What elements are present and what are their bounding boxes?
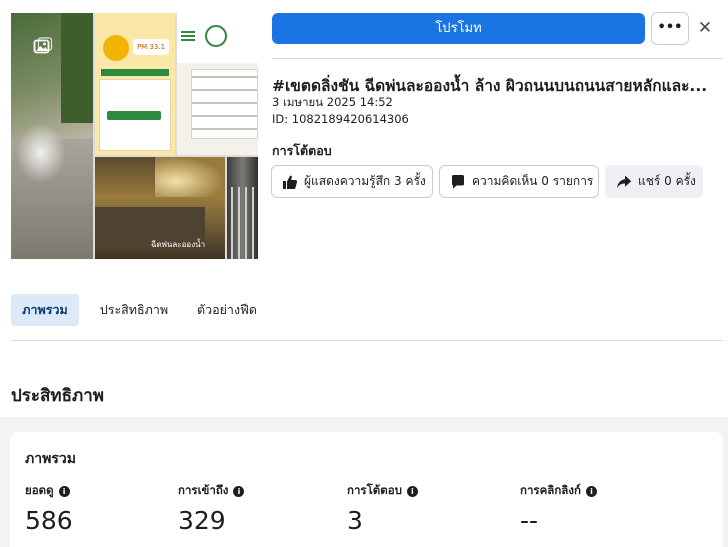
overview-title: ภาพรวม [25,451,76,467]
thumbnail-caption: ฉีดพ่นละอองน้ำ [151,240,206,249]
thumbnail-spraying-truck-photo: ฉีดพ่นละอองน้ำ [95,157,225,259]
info-icon[interactable]: i [585,485,597,497]
metric-value: 329 [178,506,226,535]
metric-value: -- [520,506,539,535]
image-icon [33,37,53,54]
info-icon[interactable]: i [233,485,245,497]
more-options-button[interactable]: ••• [651,12,689,45]
metric-link-clicks: การคลิกลิงก์ i -- [520,482,597,535]
metric-value: 3 [347,506,363,535]
section-title: ประสิทธิภาพ [11,386,104,406]
info-icon[interactable]: i [406,485,418,497]
overview-panel: ภาพรวม ยอดดู i 586 การเข้าถึง i 329 การโต้… [10,432,723,547]
metric-label: ยอดดู [25,483,54,497]
post-date: 3 เมษายน 2025 14:52 [272,95,393,109]
thumbnail-announcement-graphic [177,13,258,155]
close-icon[interactable]: ✕ [696,17,714,39]
promote-button[interactable]: โปรโมท [272,13,645,44]
reactions-button[interactable]: ผู้แสดงความรู้สึก 3 ครั้ง [271,165,433,198]
shares-label: แชร์ 0 ครั้ง [638,174,696,188]
shares-button[interactable]: แชร์ 0 ครั้ง [605,165,703,198]
reactions-label: ผู้แสดงความรู้สึก 3 ครั้ง [304,174,426,188]
thumbnail-railing-photo [227,157,258,259]
metric-label: การโต้ตอบ [347,483,402,497]
metric-label: การเข้าถึง [178,483,229,497]
tab-feed-preview[interactable]: ตัวอย่างฟีด [187,294,267,326]
metric-views: ยอดดู i 586 [25,482,73,535]
post-thumbnail[interactable]: PM 33.1 ฉีดพ่นละอองน้ำ [11,13,258,259]
thumbnail-air-quality-graphic: PM 33.1 [95,13,175,155]
comments-button[interactable]: ความคิดเห็น 0 รายการ [439,165,599,198]
metric-reach: การเข้าถึง i 329 [178,482,245,535]
pm-reading: PM 33.1 [133,39,169,55]
engagement-label: การโต้ตอบ [272,143,332,158]
comments-label: ความคิดเห็น 0 รายการ [472,174,594,188]
comment-icon [452,174,464,189]
tab-overview[interactable]: ภาพรวม [11,294,79,326]
like-icon [283,175,298,189]
metric-label: การคลิกลิงก์ [520,483,581,497]
share-icon [617,175,632,188]
metric-engagement: การโต้ตอบ i 3 [347,482,418,535]
tab-performance[interactable]: ประสิทธิภาพ [89,294,179,326]
post-id: ID: 1082189420614306 [272,112,409,126]
info-icon[interactable]: i [58,485,70,497]
divider [272,58,723,59]
metric-value: 586 [25,506,73,535]
divider [11,340,723,341]
